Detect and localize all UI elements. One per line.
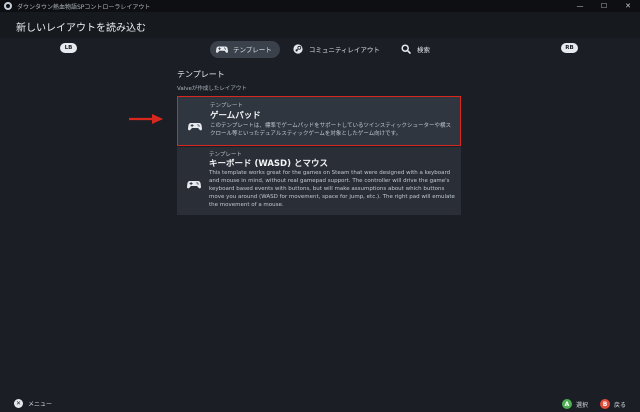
tab-search[interactable]: 検索 bbox=[394, 41, 438, 58]
card-tag: テンプレート bbox=[210, 103, 243, 109]
card-name: キーボード (WASD) とマウス bbox=[209, 159, 328, 169]
back-action[interactable]: 戻る bbox=[614, 400, 626, 409]
steam-icon bbox=[292, 44, 304, 54]
window-controls: — ☐ ✕ bbox=[568, 0, 640, 12]
gamepad-icon bbox=[187, 117, 203, 131]
close-button[interactable]: ✕ bbox=[616, 0, 640, 12]
red-arrow-icon bbox=[129, 114, 163, 124]
section-title: テンプレート bbox=[177, 70, 225, 79]
page-title: 新しいレイアウトを読み込む bbox=[16, 23, 146, 34]
card-description: このテンプレートは、標準でゲームパッドをサポートしているツインスティックシュータ… bbox=[210, 123, 451, 137]
tab-search-label: 検索 bbox=[416, 46, 430, 54]
b-button-icon: B bbox=[599, 399, 610, 409]
gamepad-icon bbox=[216, 44, 228, 54]
footer-bar: ✕ メニュー A 選択 B 戻る bbox=[0, 396, 640, 412]
maximize-button[interactable]: ☐ bbox=[592, 0, 616, 12]
window-title: ダウンタウン熱血物語SPコントローラレイアウト bbox=[17, 3, 151, 11]
gamepad-icon bbox=[186, 175, 202, 189]
card-name: ゲームパッド bbox=[210, 111, 261, 121]
footer-actions: A 選択 B 戻る bbox=[561, 399, 626, 409]
tab-templates[interactable]: テンプレート bbox=[210, 40, 280, 58]
left-bumper-badge[interactable]: LB bbox=[60, 43, 77, 53]
menu-label: メニュー bbox=[28, 401, 53, 408]
minimize-button[interactable]: — bbox=[568, 0, 592, 12]
template-card-keyboard-mouse[interactable]: テンプレート キーボード (WASD) とマウス This template w… bbox=[177, 147, 461, 215]
menu-button[interactable]: ✕ メニュー bbox=[14, 399, 52, 408]
layout-tabs: テンプレート コミュニティレイアウト 検索 bbox=[210, 40, 444, 58]
right-bumper-badge[interactable]: RB bbox=[561, 43, 578, 53]
card-description: This template works great for the games … bbox=[209, 170, 455, 208]
template-card-gamepad[interactable]: テンプレート ゲームパッド このテンプレートは、標準でゲームパッドをサポートして… bbox=[177, 96, 461, 146]
window-titlebar: ダウンタウン熱血物語SPコントローラレイアウト — ☐ ✕ bbox=[0, 0, 640, 12]
tab-templates-label: テンプレート bbox=[233, 46, 272, 54]
steam-app-icon bbox=[4, 2, 12, 10]
select-action[interactable]: 選択 bbox=[576, 400, 588, 409]
a-button-icon: A bbox=[561, 399, 572, 409]
tab-community-layouts[interactable]: コミュニティレイアウト bbox=[286, 41, 388, 58]
tab-community-layouts-label: コミュニティレイアウト bbox=[308, 46, 380, 54]
search-icon bbox=[400, 44, 412, 54]
section-subtitle: Valveが作成したレイアウト bbox=[177, 86, 247, 92]
page-header: 新しいレイアウトを読み込む bbox=[0, 12, 640, 38]
xbox-icon: ✕ bbox=[14, 399, 23, 408]
